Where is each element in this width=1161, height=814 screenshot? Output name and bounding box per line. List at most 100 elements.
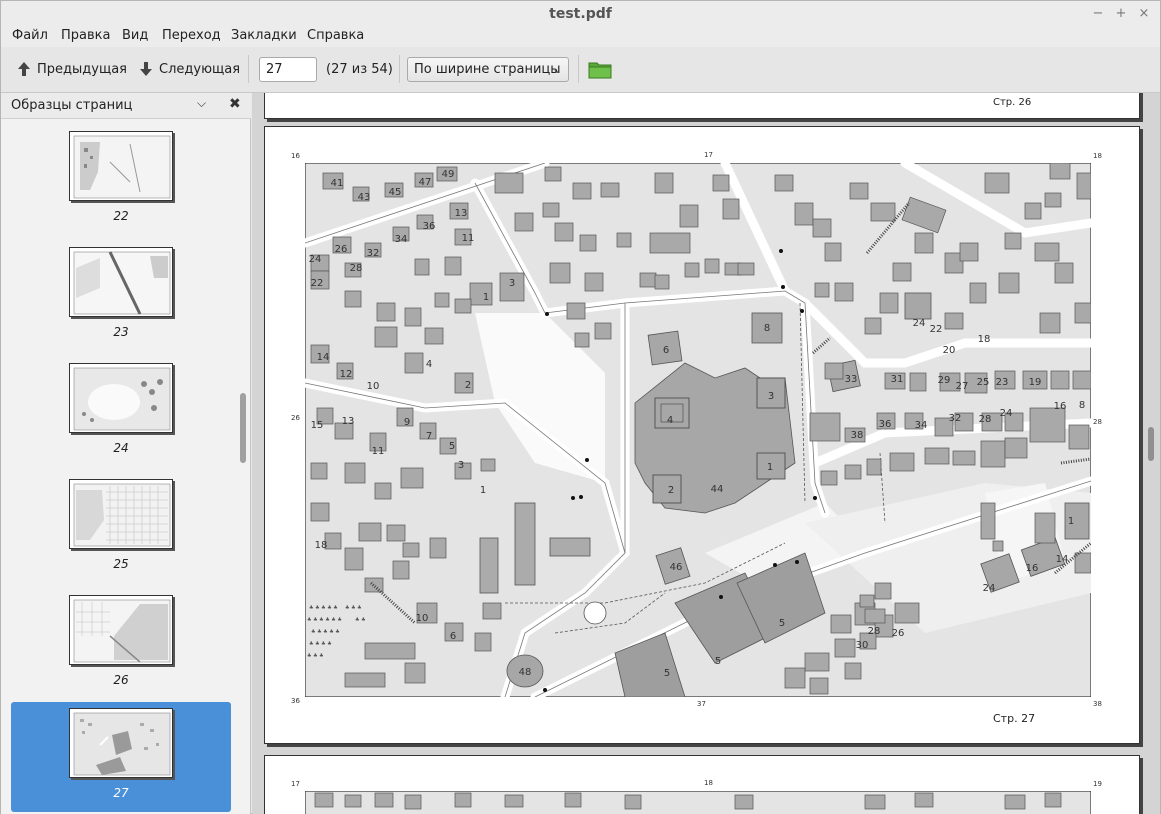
svg-text:34: 34 bbox=[915, 420, 928, 431]
chevron-down-icon[interactable]: ⌵ bbox=[197, 96, 206, 111]
sidebar: Образцы страниц ⌵ ✖ 22 23 24 25 26 27 bbox=[1, 93, 251, 814]
minimize-button[interactable]: − bbox=[1089, 5, 1107, 23]
svg-text:13: 13 bbox=[342, 416, 355, 427]
toolbar-separator bbox=[248, 55, 249, 83]
folder-icon[interactable] bbox=[588, 60, 612, 79]
sidebar-scrollbar[interactable] bbox=[240, 393, 246, 463]
next-page: 17 18 19 bbox=[264, 755, 1140, 814]
svg-text:24: 24 bbox=[983, 583, 996, 594]
menu-view[interactable]: Вид bbox=[122, 28, 148, 43]
document-scrollbar[interactable] bbox=[1148, 427, 1154, 461]
svg-text:13: 13 bbox=[455, 208, 468, 219]
grid-label: 19 bbox=[1093, 780, 1102, 788]
previous-page-label: Предыдущая bbox=[37, 61, 127, 77]
svg-text:♣ ♣: ♣ ♣ bbox=[355, 617, 366, 623]
svg-text:1: 1 bbox=[483, 292, 489, 303]
grid-label: 26 bbox=[291, 414, 300, 422]
svg-text:6: 6 bbox=[450, 631, 456, 642]
thumbnail-image bbox=[69, 131, 173, 201]
close-button[interactable]: × bbox=[1135, 5, 1153, 23]
svg-text:29: 29 bbox=[938, 375, 951, 386]
close-icon[interactable]: ✖ bbox=[229, 96, 241, 112]
svg-text:11: 11 bbox=[372, 446, 385, 457]
current-page-footer: Стр. 27 bbox=[993, 712, 1036, 725]
toolbar-separator bbox=[399, 55, 400, 83]
thumbnail-list: 22 23 24 25 26 27 bbox=[1, 120, 237, 814]
svg-text:9: 9 bbox=[404, 417, 410, 428]
current-page: 16 17 18 26 28 36 37 38 ♣ ♣ ♣ ♣ ♣ ♣ ♣ ♣ … bbox=[264, 126, 1140, 744]
svg-text:♣ ♣ ♣ ♣: ♣ ♣ ♣ ♣ bbox=[309, 641, 332, 647]
svg-text:22: 22 bbox=[930, 324, 943, 335]
thumbnail-image bbox=[69, 363, 173, 433]
menu-go[interactable]: Переход bbox=[162, 28, 221, 43]
thumbnail-image bbox=[69, 595, 173, 665]
previous-page-button[interactable]: Предыдущая bbox=[17, 57, 127, 81]
svg-text:6: 6 bbox=[663, 345, 669, 356]
svg-text:28: 28 bbox=[979, 414, 992, 425]
thumbnail-page-22[interactable]: 22 bbox=[11, 125, 231, 235]
previous-page: Стр. 26 bbox=[264, 93, 1140, 119]
svg-text:25: 25 bbox=[977, 377, 990, 388]
zoom-selected-value: По ширине страницы bbox=[414, 62, 561, 77]
svg-text:12: 12 bbox=[340, 369, 353, 380]
next-page-button[interactable]: Следующая bbox=[139, 57, 240, 81]
thumbnail-label: 26 bbox=[113, 673, 129, 687]
menu-help[interactable]: Справка bbox=[307, 28, 364, 43]
svg-text:11: 11 bbox=[462, 233, 475, 244]
svg-text:♣ ♣ ♣ ♣ ♣ ♣: ♣ ♣ ♣ ♣ ♣ ♣ bbox=[307, 617, 342, 623]
thumbnail-page-27[interactable]: 27 bbox=[11, 702, 231, 812]
document-view: Стр. 26 16 17 18 26 28 36 37 38 ♣ ♣ ♣ ♣ … bbox=[252, 93, 1160, 814]
next-page-label: Следующая bbox=[159, 61, 241, 77]
thumbnail-image bbox=[69, 247, 173, 317]
menu-edit[interactable]: Правка bbox=[61, 28, 110, 43]
svg-text:24: 24 bbox=[1000, 408, 1013, 419]
svg-text:♣ ♣ ♣ ♣ ♣: ♣ ♣ ♣ ♣ ♣ bbox=[311, 629, 340, 635]
svg-text:18: 18 bbox=[315, 540, 328, 551]
thumbnail-image bbox=[69, 479, 173, 549]
arrow-down-icon bbox=[140, 62, 152, 76]
grid-label: 18 bbox=[704, 779, 713, 787]
menu-bookmarks[interactable]: Закладки bbox=[231, 28, 297, 43]
svg-text:20: 20 bbox=[943, 345, 956, 356]
chevron-down-icon: ⌄ bbox=[551, 62, 562, 76]
svg-text:44: 44 bbox=[711, 484, 724, 495]
svg-text:19: 19 bbox=[1029, 377, 1042, 388]
grid-label: 17 bbox=[704, 151, 713, 159]
svg-text:1: 1 bbox=[480, 485, 486, 496]
window-title: test.pdf bbox=[549, 6, 612, 22]
menu-file[interactable]: Файл bbox=[12, 28, 48, 43]
grid-label: 16 bbox=[291, 152, 300, 160]
sidebar-header: Образцы страниц ⌵ ✖ bbox=[1, 93, 251, 119]
svg-text:3: 3 bbox=[458, 460, 464, 471]
thumbnail-image bbox=[69, 708, 173, 778]
svg-text:26: 26 bbox=[892, 628, 905, 639]
maximize-button[interactable]: + bbox=[1112, 5, 1130, 23]
thumbnail-page-25[interactable]: 25 bbox=[11, 473, 231, 583]
svg-text:15: 15 bbox=[311, 420, 324, 431]
svg-text:4: 4 bbox=[667, 415, 673, 426]
svg-text:32: 32 bbox=[367, 248, 380, 259]
thumbnail-page-23[interactable]: 23 bbox=[11, 241, 231, 351]
thumbnail-label: 25 bbox=[113, 557, 129, 571]
thumbnail-page-26[interactable]: 26 bbox=[11, 589, 231, 699]
page-number-input[interactable]: 27 bbox=[259, 57, 317, 82]
svg-text:♣ ♣ ♣: ♣ ♣ ♣ bbox=[307, 653, 324, 659]
svg-text:32: 32 bbox=[949, 413, 962, 424]
svg-text:4: 4 bbox=[426, 359, 432, 370]
title-bar: test.pdf − + × bbox=[1, 1, 1160, 27]
grid-label: 28 bbox=[1093, 418, 1102, 426]
svg-text:30: 30 bbox=[856, 640, 869, 651]
svg-text:7: 7 bbox=[426, 431, 432, 442]
toolbar: Предыдущая Следующая 27 (27 из 54) По ши… bbox=[1, 47, 1160, 93]
zoom-select[interactable]: По ширине страницы ⌄ bbox=[407, 57, 569, 82]
svg-text:24: 24 bbox=[309, 254, 322, 265]
svg-text:26: 26 bbox=[335, 244, 348, 255]
grid-label: 36 bbox=[291, 697, 300, 705]
svg-text:♣ ♣ ♣ ♣ ♣: ♣ ♣ ♣ ♣ ♣ bbox=[309, 605, 338, 611]
svg-text:22: 22 bbox=[311, 278, 324, 289]
menu-bar: Файл Правка Вид Переход Закладки Справка bbox=[1, 27, 1160, 47]
svg-text:47: 47 bbox=[419, 177, 432, 188]
svg-text:5: 5 bbox=[779, 618, 785, 629]
thumbnail-page-24[interactable]: 24 bbox=[11, 357, 231, 467]
svg-text:10: 10 bbox=[416, 613, 429, 624]
